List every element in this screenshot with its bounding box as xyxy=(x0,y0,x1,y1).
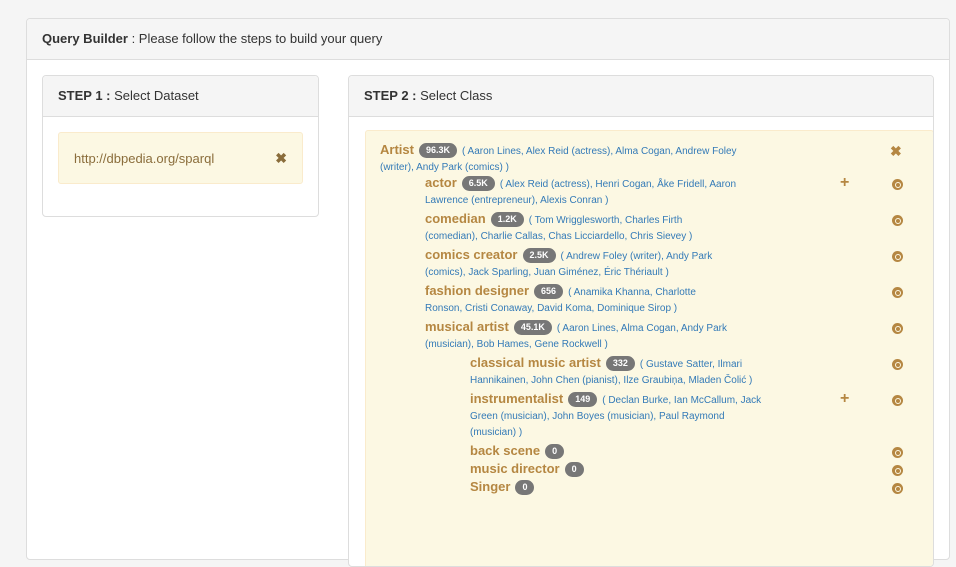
query-builder-subtitle: : Please follow the steps to build your … xyxy=(127,31,383,46)
class-name[interactable]: comedian xyxy=(425,211,486,226)
globe-icon[interactable] xyxy=(892,287,903,298)
class-row-artist[interactable]: Artist 96.3K ( Aaron Lines, Alex Reid (act… xyxy=(380,142,820,176)
class-examples-cont: (writer), Andy Park (comics) ) xyxy=(380,162,509,173)
class-examples-cont: Green (musician), John Boyes (musician),… xyxy=(470,411,725,422)
class-examples: ( Alex Reid (actress), Henri Cogan, Åke … xyxy=(499,179,737,190)
class-row-musical-artist[interactable]: musical artist 45.1K ( Aaron Lines, Alma C… xyxy=(425,319,825,353)
class-name[interactable]: musical artist xyxy=(425,319,509,334)
class-count-badge: 149 xyxy=(568,392,598,407)
class-name[interactable]: Singer xyxy=(470,479,510,494)
class-examples: ( Declan Burke, Ian McCallum, Jack xyxy=(602,395,762,406)
class-name[interactable]: classical music artist xyxy=(470,355,601,370)
class-row-comedian[interactable]: comedian 1.2K ( Tom Wrigglesworth, Charles… xyxy=(425,211,825,245)
class-name[interactable]: instrumentalist xyxy=(470,391,563,406)
step2-label: STEP 2 : xyxy=(364,88,417,103)
class-count-badge: 6.5K xyxy=(461,176,495,191)
subclass-row-classical-music-artist[interactable]: classical music artist 332 ( Gustave Satte… xyxy=(470,355,830,389)
class-tree: Artist 96.3K ( Aaron Lines, Alex Reid (act… xyxy=(365,130,933,566)
step1-title: Select Dataset xyxy=(110,88,199,103)
subclass-row-back-scene[interactable]: back scene 0 xyxy=(470,443,569,461)
class-row-actor[interactable]: actor 6.5K ( Alex Reid (actress), Henri Co… xyxy=(425,175,825,209)
class-examples-cont: Ronson, Cristi Conaway, David Koma, Domi… xyxy=(425,303,678,314)
class-count-badge: 45.1K xyxy=(513,320,552,335)
class-examples-cont: (musician) ) xyxy=(470,427,523,438)
class-examples-cont: Lawrence (entrepreneur), Alexis Conran ) xyxy=(425,195,609,206)
expand-class-icon[interactable]: + xyxy=(840,174,849,192)
subclass-row-music-director[interactable]: music director 0 xyxy=(470,461,589,479)
globe-icon[interactable] xyxy=(892,483,903,494)
step1-label: STEP 1 : xyxy=(58,88,111,103)
class-row-fashion-designer[interactable]: fashion designer 656 ( Anamika Khanna, Cha… xyxy=(425,283,825,317)
class-examples-cont: Hannikainen, John Chen (pianist), Ilze G… xyxy=(470,375,753,386)
dataset-item[interactable]: http://dbpedia.org/sparql ✖ xyxy=(58,132,303,184)
query-builder-title: Query Builder xyxy=(42,31,128,46)
globe-icon[interactable] xyxy=(892,465,903,476)
subclass-row-singer[interactable]: Singer 0 xyxy=(470,479,539,497)
globe-icon[interactable] xyxy=(892,447,903,458)
remove-dataset-icon[interactable]: ✖ xyxy=(275,150,287,167)
globe-icon[interactable] xyxy=(892,359,903,370)
step2-title: Select Class xyxy=(416,88,493,103)
subclass-row-instrumentalist[interactable]: instrumentalist 149 ( Declan Burke, Ian Mc… xyxy=(470,391,830,441)
class-count-badge: 0 xyxy=(564,462,584,477)
class-row-comics-creator[interactable]: comics creator 2.5K ( Andrew Foley (writer… xyxy=(425,247,825,281)
class-name[interactable]: music director xyxy=(470,461,560,476)
query-builder-heading: Query Builder : Please follow the steps … xyxy=(27,19,949,60)
class-count-badge: 656 xyxy=(534,284,564,299)
class-examples: ( Aaron Lines, Alma Cogan, Andy Park xyxy=(556,323,727,334)
class-name[interactable]: actor xyxy=(425,175,457,190)
globe-icon[interactable] xyxy=(892,395,903,406)
step2-panel: STEP 2 : Select Class Artist 96.3K ( Aaron… xyxy=(348,75,934,567)
class-count-badge: 0 xyxy=(545,444,565,459)
class-count-badge: 96.3K xyxy=(418,143,457,158)
class-count-badge: 0 xyxy=(515,480,535,495)
globe-icon[interactable] xyxy=(892,179,903,190)
step1-heading: STEP 1 : Select Dataset xyxy=(43,76,318,117)
step2-heading: STEP 2 : Select Class xyxy=(349,76,933,117)
class-name[interactable]: comics creator xyxy=(425,247,518,262)
class-count-badge: 1.2K xyxy=(490,212,524,227)
globe-icon[interactable] xyxy=(892,323,903,334)
class-examples: ( Aaron Lines, Alex Reid (actress), Alma… xyxy=(461,146,737,157)
globe-icon[interactable] xyxy=(892,251,903,262)
globe-icon[interactable] xyxy=(892,215,903,226)
class-examples: ( Tom Wrigglesworth, Charles Firth xyxy=(528,215,683,226)
query-builder-panel: Query Builder : Please follow the steps … xyxy=(26,18,950,567)
expand-class-icon[interactable]: + xyxy=(840,390,849,408)
step1-panel: STEP 1 : Select Dataset http://dbpedia.o… xyxy=(42,75,319,217)
class-name[interactable]: fashion designer xyxy=(425,283,529,298)
class-examples: ( Gustave Satter, Ilmari xyxy=(639,359,743,370)
class-name[interactable]: Artist xyxy=(380,142,414,157)
remove-class-icon[interactable]: ✖ xyxy=(890,143,902,160)
class-examples-cont: (comedian), Charlie Callas, Chas Licciar… xyxy=(425,231,693,242)
class-count-badge: 332 xyxy=(605,356,635,371)
class-examples-cont: (comics), Jack Sparling, Juan Giménez, É… xyxy=(425,267,669,278)
class-count-badge: 2.5K xyxy=(522,248,556,263)
class-name[interactable]: back scene xyxy=(470,443,540,458)
class-examples-cont: (musician), Bob Hames, Gene Rockwell ) xyxy=(425,339,608,350)
class-examples: ( Andrew Foley (writer), Andy Park xyxy=(560,251,713,262)
dataset-url[interactable]: http://dbpedia.org/sparql xyxy=(74,151,214,166)
class-examples: ( Anamika Khanna, Charlotte xyxy=(568,287,696,298)
